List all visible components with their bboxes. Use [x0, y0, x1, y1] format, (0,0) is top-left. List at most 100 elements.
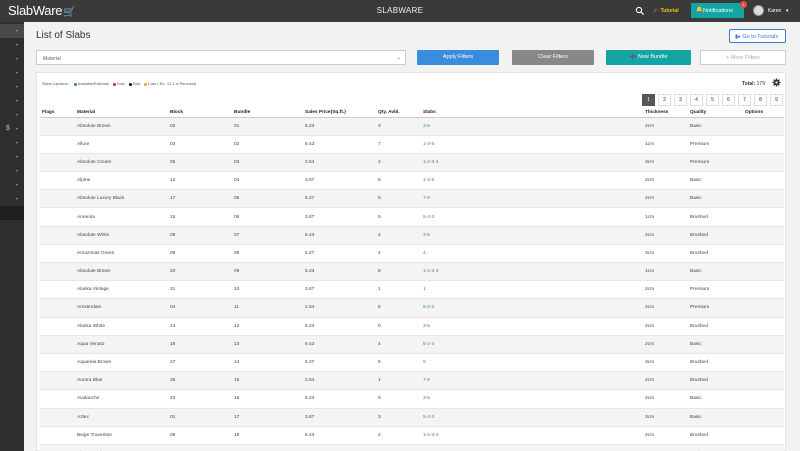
sidebar-item-hammer[interactable]: ▾: [0, 38, 24, 52]
slabs-cell[interactable]: 7-8: [421, 371, 643, 391]
sidebar-item-box[interactable]: ▾: [0, 94, 24, 108]
edit-icon[interactable]: [754, 414, 761, 421]
slabs-cell[interactable]: 1-2-3-4: [421, 262, 643, 282]
comment-icon[interactable]: [50, 182, 56, 187]
trash-icon[interactable]: [763, 323, 770, 330]
check-icon[interactable]: [745, 395, 752, 402]
megaphone-icon[interactable]: [42, 327, 48, 332]
slabs-cell[interactable]: 1-4-5: [421, 171, 643, 191]
star-icon[interactable]: [42, 301, 48, 306]
tag-icon[interactable]: [50, 210, 56, 215]
page-button-1[interactable]: 1: [642, 94, 655, 106]
comment-icon[interactable]: [50, 436, 56, 441]
trash-icon[interactable]: [763, 250, 770, 257]
comment-icon[interactable]: [50, 327, 56, 332]
trash-icon[interactable]: [763, 177, 770, 184]
slabs-cell[interactable]: 1-3-5: [421, 135, 643, 154]
star-icon[interactable]: [42, 392, 48, 397]
image-icon[interactable]: [58, 327, 64, 332]
tag-icon[interactable]: [50, 265, 56, 270]
trash-icon[interactable]: [763, 286, 770, 293]
table-row[interactable]: Amarula 15 06 3.67 5 5-2-3 1cm Brushed: [40, 207, 784, 227]
gear-icon[interactable]: [772, 78, 781, 87]
megaphone-icon[interactable]: [42, 382, 48, 387]
megaphone-icon[interactable]: [42, 364, 48, 369]
tag-icon[interactable]: [50, 428, 56, 433]
star-icon[interactable]: [42, 119, 48, 124]
folder-icon[interactable]: [58, 392, 64, 397]
page-button-6[interactable]: 6: [722, 94, 735, 106]
comment-icon[interactable]: [50, 382, 56, 387]
sidebar-item-briefcase[interactable]: ▾: [0, 108, 24, 122]
sidebar-item-chart[interactable]: ▾: [0, 150, 24, 164]
material-filter-select[interactable]: Material ⌄: [36, 50, 406, 65]
megaphone-icon[interactable]: [42, 309, 48, 314]
sidebar-item-pencil[interactable]: ▾: [0, 52, 24, 66]
folder-icon[interactable]: [58, 356, 64, 361]
table-row[interactable]: Aquarela Brown 27 14 5.27 6 6 3cm Brushed: [40, 353, 784, 373]
column-header-sales-price-sq-ft[interactable]: Sales Price(Sq.ft.): [303, 108, 376, 118]
comment-icon[interactable]: [50, 236, 56, 241]
megaphone-icon[interactable]: [42, 218, 48, 223]
tag-icon[interactable]: [50, 283, 56, 288]
trash-icon[interactable]: [763, 141, 770, 148]
image-icon[interactable]: [58, 436, 64, 441]
comment-icon[interactable]: [50, 400, 56, 405]
trash-icon[interactable]: [763, 395, 770, 402]
image-icon[interactable]: [58, 400, 64, 405]
column-header-flags[interactable]: Flags: [40, 108, 75, 118]
trash-icon[interactable]: [763, 232, 770, 239]
sidebar-item-monitor[interactable]: ▾: [0, 178, 24, 192]
star-icon[interactable]: [42, 137, 48, 142]
tag-icon[interactable]: [50, 119, 56, 124]
apply-filters-button[interactable]: Apply Filters: [417, 50, 499, 65]
check-icon[interactable]: [745, 341, 752, 348]
megaphone-icon[interactable]: [42, 182, 48, 187]
chevron-down-icon[interactable]: ▾: [786, 8, 789, 14]
folder-icon[interactable]: [58, 319, 64, 324]
table-row[interactable]: Alaska Vintage 31 10 3.67 1 1 2cm Premium: [40, 280, 784, 300]
page-button-2[interactable]: 2: [658, 94, 671, 106]
avatar[interactable]: [753, 5, 764, 16]
edit-icon[interactable]: [754, 395, 761, 402]
star-icon[interactable]: [42, 265, 48, 270]
folder-icon[interactable]: [58, 446, 64, 451]
slabs-cell[interactable]: 1-2-3-4: [421, 426, 643, 445]
star-icon[interactable]: [42, 192, 48, 197]
notifications-button[interactable]: 🔔 Notifications 1: [691, 1, 747, 18]
sidebar-item-cart[interactable]: ▾: [0, 80, 24, 94]
check-icon[interactable]: [745, 141, 752, 148]
tag-icon[interactable]: [50, 228, 56, 233]
trash-icon[interactable]: [763, 359, 770, 366]
star-icon[interactable]: [42, 446, 48, 451]
megaphone-icon[interactable]: [42, 273, 48, 278]
check-icon[interactable]: [745, 359, 752, 366]
folder-icon[interactable]: [58, 410, 64, 415]
image-icon[interactable]: [58, 418, 64, 423]
slabs-cell[interactable]: 3-5: [421, 117, 643, 136]
clear-filters-button[interactable]: Clear Filters: [512, 50, 594, 65]
trash-icon[interactable]: [763, 159, 770, 166]
more-filters-button[interactable]: + More Filters: [700, 50, 786, 65]
tag-icon[interactable]: [50, 446, 56, 451]
star-icon[interactable]: [42, 174, 48, 179]
comment-icon[interactable]: [50, 291, 56, 296]
image-icon[interactable]: [58, 291, 64, 296]
slabs-cell[interactable]: 7-8: [421, 189, 643, 209]
star-icon[interactable]: [42, 246, 48, 251]
tag-icon[interactable]: [50, 392, 56, 397]
page-button-3[interactable]: 3: [674, 94, 687, 106]
star-icon[interactable]: [42, 283, 48, 288]
trash-icon[interactable]: [763, 123, 770, 130]
trash-icon[interactable]: [763, 377, 770, 384]
slabs-cell[interactable]: 6: [421, 353, 643, 373]
folder-icon[interactable]: [58, 119, 64, 124]
check-icon[interactable]: [745, 323, 752, 330]
column-header-qty-avbl[interactable]: Qty. Avbl.: [376, 108, 421, 118]
megaphone-icon[interactable]: [42, 127, 48, 132]
megaphone-icon[interactable]: [42, 254, 48, 259]
comment-icon[interactable]: [50, 254, 56, 259]
slabs-cell[interactable]: 5-2-3: [421, 335, 643, 354]
sidebar-item-users[interactable]: ▾: [0, 164, 24, 178]
edit-icon[interactable]: [754, 141, 761, 148]
